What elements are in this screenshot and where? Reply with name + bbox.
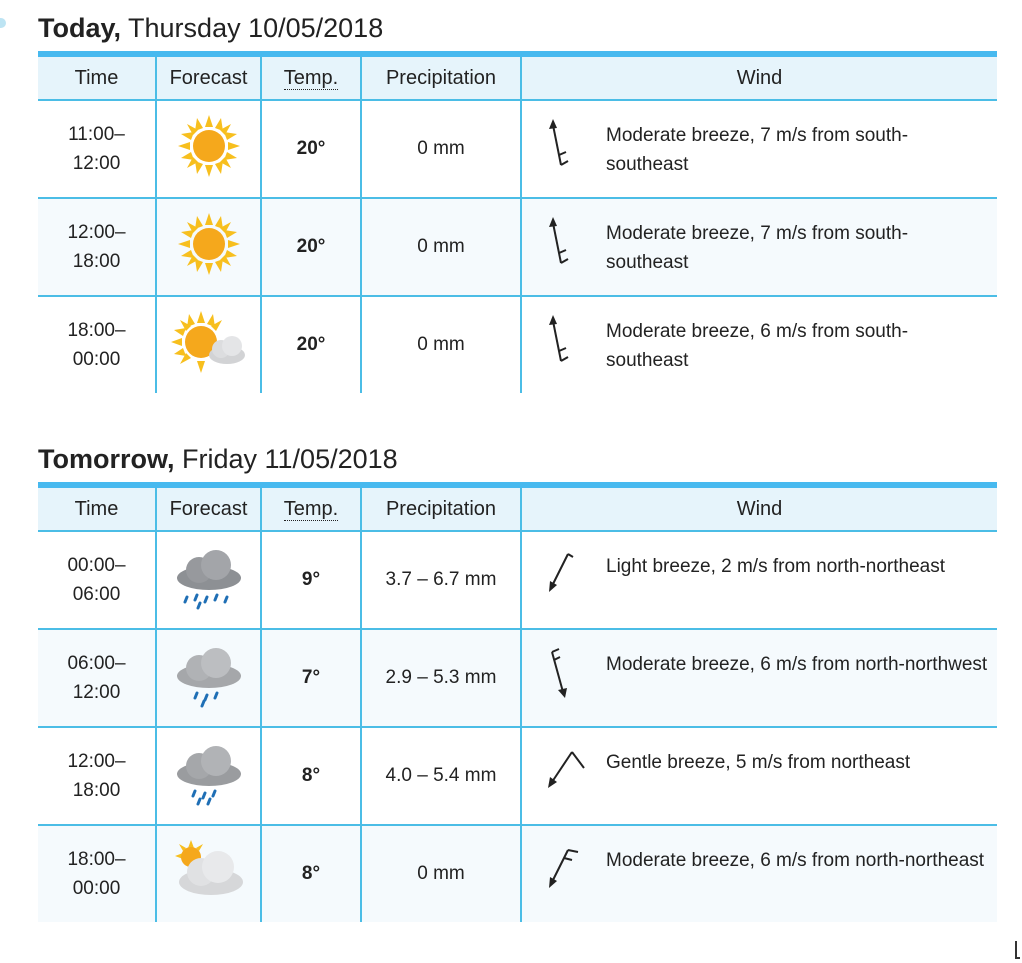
tomorrow-heading: Tomorrow, Friday 11/05/2018 [38, 436, 997, 482]
wind-arrow-icon [549, 119, 569, 166]
time-cell: 12:00– 18:00 [38, 727, 157, 826]
wind-arrow-icon [549, 849, 579, 888]
table-row: 18:00– 00:00 20° 0 mm Moderate breeze, 6… [38, 296, 997, 393]
decorative-edge [0, 18, 6, 28]
wind-arrow-icon [549, 553, 574, 592]
temperature-cell: 9° [261, 531, 362, 630]
precipitation-cell: 0 mm [361, 100, 522, 199]
day-label: Today, [38, 13, 122, 43]
wind-description: Moderate breeze, 6 m/s from north-northw… [606, 654, 988, 675]
today-forecast-table: Time Forecast Temp. Precipitation Wind 1… [38, 51, 997, 393]
tomorrow-forecast-table: Time Forecast Temp. Precipitation Wind 0… [38, 482, 997, 922]
precipitation-column-header: Precipitation [361, 54, 522, 101]
temperature-cell: 20° [261, 100, 362, 199]
forecast-cell [156, 531, 262, 630]
wind-arrow-icon [548, 751, 585, 788]
partly-cloudy-icon [170, 311, 245, 373]
time-column-header: Time [38, 485, 157, 532]
temperature-cell: 7° [261, 629, 362, 728]
table-row: 00:00– 06:00 9° 3.7 – 6.7 mm Light breez… [38, 531, 997, 630]
time-cell: 18:00– 00:00 [38, 825, 157, 922]
temp-column-header[interactable]: Temp. [261, 485, 362, 532]
wind-arrow-icon [549, 315, 569, 362]
sun-icon [177, 115, 240, 177]
forecast-cell [156, 296, 262, 393]
table-row: 06:00– 12:00 7° 2.9 – 5.3 mm Moderate br… [38, 629, 997, 728]
temperature-cell: 20° [261, 198, 362, 297]
wind-arrow-icon [551, 648, 567, 698]
wind-cell: Moderate breeze, 7 m/s from south-southe… [521, 198, 997, 297]
wind-description: Moderate breeze, 7 m/s from south-southe… [606, 125, 909, 175]
sun-icon [177, 213, 240, 275]
temp-column-header[interactable]: Temp. [261, 54, 362, 101]
wind-cell: Moderate breeze, 6 m/s from north-northw… [521, 629, 997, 728]
wind-cell: Light breeze, 2 m/s from north-northeast [521, 531, 997, 630]
precipitation-column-header: Precipitation [361, 485, 522, 532]
day-date: Thursday 10/05/2018 [128, 13, 384, 43]
wind-cell: Moderate breeze, 7 m/s from south-southe… [521, 100, 997, 199]
table-header-row: Time Forecast Temp. Precipitation Wind [38, 54, 997, 101]
table-row: 11:00– 12:00 20° 0 mm Moderate breeze, 7… [38, 100, 997, 199]
wind-arrow-icon [549, 217, 569, 264]
heavy-rain-icon [176, 550, 241, 610]
forecast-cell [156, 629, 262, 728]
temperature-cell: 20° [261, 296, 362, 393]
precipitation-cell: 0 mm [361, 198, 522, 297]
wind-cell: Moderate breeze, 6 m/s from south-southe… [521, 296, 997, 393]
table-row: 18:00– 00:00 8° 0 mm Moderate breeze, 6 … [38, 825, 997, 922]
scroll-corner-mark [1015, 941, 1020, 959]
cloudy-sun-icon [174, 840, 243, 895]
wind-description: Gentle breeze, 5 m/s from northeast [606, 752, 911, 773]
forecast-cell [156, 825, 262, 922]
temperature-cell: 8° [261, 727, 362, 826]
forecast-cell [156, 727, 262, 826]
day-date: Friday 11/05/2018 [182, 444, 398, 474]
forecast-column-header: Forecast [156, 54, 262, 101]
wind-description: Light breeze, 2 m/s from north-northeast [606, 556, 945, 577]
time-cell: 00:00– 06:00 [38, 531, 157, 630]
time-cell: 18:00– 00:00 [38, 296, 157, 393]
time-column-header: Time [38, 54, 157, 101]
forecast-cell [156, 198, 262, 297]
precipitation-cell: 0 mm [361, 825, 522, 922]
table-row: 12:00– 18:00 8° 4.0 – 5.4 mm Gentle bree… [38, 727, 997, 826]
today-heading: Today, Thursday 10/05/2018 [38, 5, 997, 51]
forecast-cell [156, 100, 262, 199]
precipitation-cell: 0 mm [361, 296, 522, 393]
wind-description: Moderate breeze, 7 m/s from south-southe… [606, 223, 909, 273]
precipitation-cell: 2.9 – 5.3 mm [361, 629, 522, 728]
rain-icon [176, 746, 241, 806]
wind-cell: Gentle breeze, 5 m/s from northeast [521, 727, 997, 826]
wind-cell: Moderate breeze, 6 m/s from north-northe… [521, 825, 997, 922]
table-header-row: Time Forecast Temp. Precipitation Wind [38, 485, 997, 532]
light-rain-icon [176, 648, 241, 708]
day-label: Tomorrow, [38, 444, 175, 474]
wind-description: Moderate breeze, 6 m/s from north-northe… [606, 850, 985, 871]
today-section: Today, Thursday 10/05/2018 Time Forecast… [38, 5, 997, 393]
tomorrow-section: Tomorrow, Friday 11/05/2018 Time Forecas… [38, 436, 997, 922]
wind-column-header: Wind [521, 485, 997, 532]
precipitation-cell: 3.7 – 6.7 mm [361, 531, 522, 630]
wind-column-header: Wind [521, 54, 997, 101]
table-row: 12:00– 18:00 20° 0 mm Moderate breeze, 7… [38, 198, 997, 297]
time-cell: 12:00– 18:00 [38, 198, 157, 297]
wind-description: Moderate breeze, 6 m/s from south-southe… [606, 321, 909, 371]
time-cell: 11:00– 12:00 [38, 100, 157, 199]
time-cell: 06:00– 12:00 [38, 629, 157, 728]
precipitation-cell: 4.0 – 5.4 mm [361, 727, 522, 826]
temperature-cell: 8° [261, 825, 362, 922]
forecast-column-header: Forecast [156, 485, 262, 532]
